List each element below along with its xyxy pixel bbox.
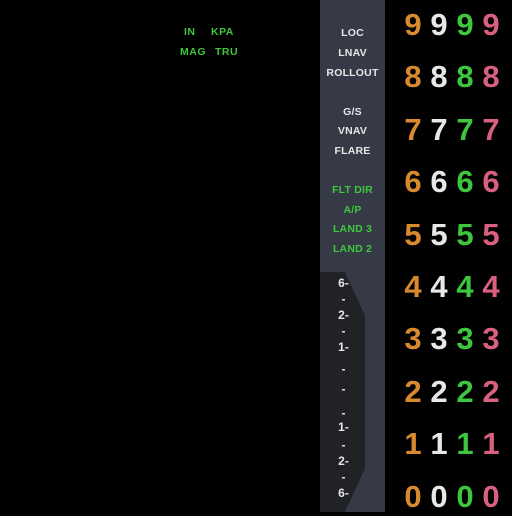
- digit-3-col-2: 3: [430, 321, 448, 357]
- digit-row: 9999: [400, 5, 512, 44]
- digit-4-col-3: 4: [456, 269, 474, 304]
- digit-8-col-4: 8: [482, 59, 500, 95]
- units-row-heading: MAG TRU: [178, 46, 248, 66]
- vs-tick-label: 2-: [338, 308, 349, 322]
- unit-mag-label[interactable]: MAG: [180, 46, 206, 58]
- digit-1-col-2: 1: [430, 426, 448, 462]
- vs-tick-mark: -: [341, 382, 346, 396]
- digit-8-col-3: 8: [456, 59, 474, 95]
- vs-tick-label: 6-: [338, 276, 349, 290]
- annunciator-land-3: LAND 3: [332, 223, 373, 235]
- digit-5-col-1: 5: [404, 216, 422, 252]
- digit-row: 6666: [400, 162, 512, 201]
- annunciator-land-2: LAND 2: [332, 243, 373, 255]
- digit-2-col-1: 2: [404, 373, 422, 409]
- digit-1-col-4: 1: [482, 426, 500, 462]
- digit-9-col-4: 9: [482, 7, 500, 42]
- units-panel: IN KPA MAG TRU: [178, 26, 248, 66]
- digit-row: 0000: [400, 477, 512, 516]
- digit-row: 1111: [400, 424, 512, 463]
- digit-row: 3333: [400, 319, 512, 358]
- digit-9-col-2: 9: [430, 7, 448, 42]
- digit-3-col-4: 3: [482, 321, 500, 357]
- digit-row: 2222: [400, 372, 512, 411]
- vs-tick-label: 1-: [338, 340, 349, 354]
- digit-2-col-2: 2: [430, 373, 448, 409]
- annunciator-flare: FLARE: [334, 145, 371, 157]
- annunciator-rollout: ROLLOUT: [326, 67, 379, 79]
- digit-3-col-3: 3: [456, 321, 474, 357]
- units-row-pressure: IN KPA: [178, 26, 248, 46]
- digit-6-col-2: 6: [430, 164, 448, 200]
- digit-9-col-3: 9: [456, 7, 474, 42]
- digit-7-col-3: 7: [456, 111, 474, 147]
- digit-1-col-1: 1: [404, 426, 422, 462]
- digit-6-col-1: 6: [404, 164, 422, 200]
- digit-4-col-1: 4: [404, 269, 422, 304]
- digit-4-col-2: 4: [430, 269, 448, 304]
- digit-7-col-1: 7: [404, 111, 422, 147]
- digit-6-col-3: 6: [456, 164, 474, 200]
- digit-3-col-1: 3: [404, 321, 422, 357]
- annunciator-flt-dir: FLT DIR: [332, 184, 373, 196]
- vs-tick-mark: -: [341, 362, 346, 376]
- digit-8-col-2: 8: [430, 59, 448, 95]
- digit-row: 4444: [400, 267, 512, 306]
- vs-tick-label: 1-: [338, 420, 349, 434]
- annunciator-gs: G/S: [343, 106, 362, 118]
- vs-tick-mark: -: [341, 324, 346, 338]
- digit-6-col-4: 6: [482, 164, 500, 200]
- digit-7-col-4: 7: [482, 111, 500, 147]
- digit-grid: 9999888877776666555544443333222211110000: [400, 0, 512, 514]
- digit-0-col-3: 0: [456, 478, 474, 514]
- digit-5-col-2: 5: [430, 216, 448, 252]
- annunciator-vnav: VNAV: [337, 125, 368, 137]
- digit-row: 8888: [400, 57, 512, 96]
- digit-0-col-1: 0: [404, 478, 422, 514]
- vs-tick-mark: -: [341, 438, 346, 452]
- digit-0-col-4: 0: [482, 478, 500, 514]
- digit-2-col-4: 2: [482, 373, 500, 409]
- digit-1-col-3: 1: [456, 426, 474, 462]
- vs-tick-label: 6-: [338, 486, 349, 500]
- digit-row: 5555: [400, 215, 512, 254]
- annunciator-loc: LOC: [341, 27, 364, 39]
- annunciator-ap: A/P: [343, 204, 362, 216]
- digit-7-col-2: 7: [430, 111, 448, 147]
- digit-5-col-4: 5: [482, 216, 500, 252]
- unit-kpa-label[interactable]: KPA: [211, 26, 234, 38]
- annunciator-lnav: LNAV: [338, 47, 367, 59]
- display-root: IN KPA MAG TRU LOC LNAV ROLLOUT G/S VNAV…: [0, 0, 512, 514]
- digit-9-col-1: 9: [404, 7, 422, 42]
- unit-tru-label[interactable]: TRU: [215, 46, 238, 58]
- digit-row: 7777: [400, 110, 512, 149]
- digit-0-col-2: 0: [430, 478, 448, 514]
- vertical-speed-scale: 6- - 2- - 1- - - - 1- - 2- - 6-: [320, 272, 365, 512]
- vs-tick-label: 2-: [338, 454, 349, 468]
- vs-tick-mark: -: [341, 292, 346, 306]
- unit-in-label[interactable]: IN: [184, 26, 196, 38]
- vs-tick-mark: -: [341, 470, 346, 484]
- digit-4-col-4: 4: [482, 269, 500, 304]
- vs-tick-mark: -: [341, 406, 346, 420]
- digit-8-col-1: 8: [404, 59, 422, 95]
- digit-2-col-3: 2: [456, 373, 474, 409]
- digit-5-col-3: 5: [456, 216, 474, 252]
